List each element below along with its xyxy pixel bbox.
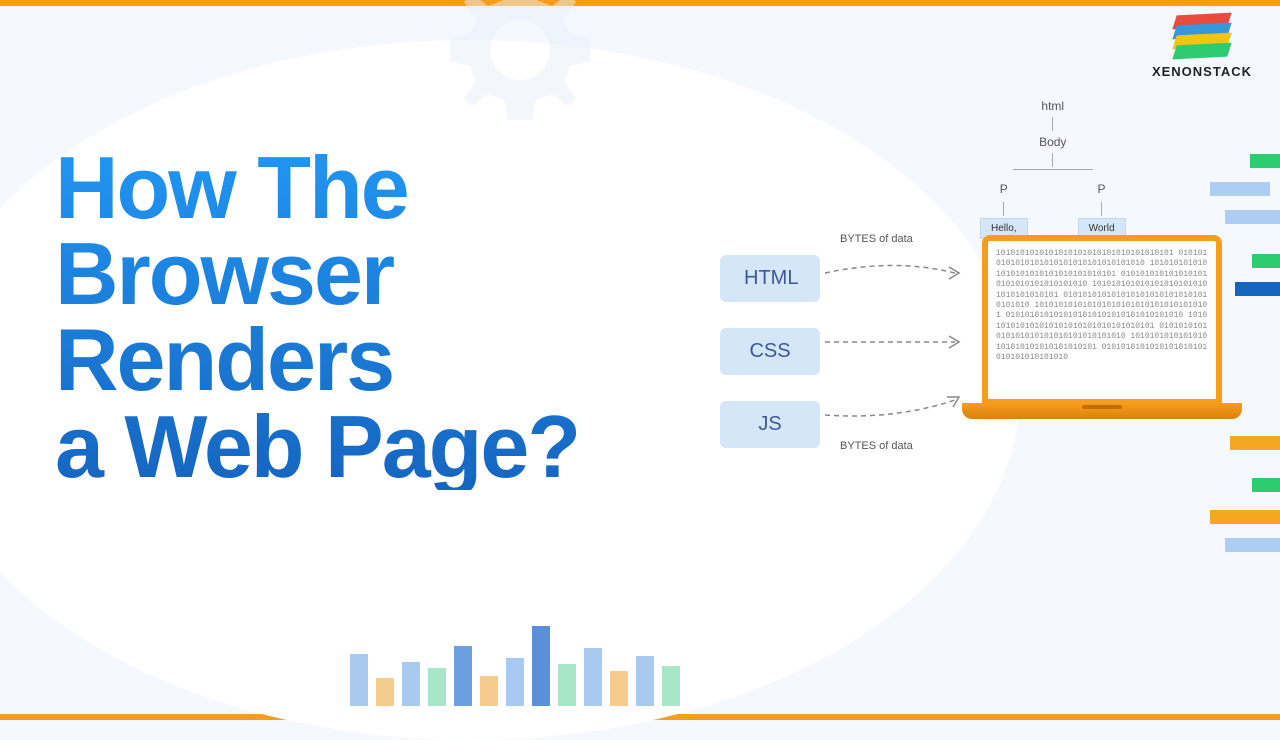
tree-body: Body xyxy=(980,135,1126,149)
logo-layers-icon xyxy=(1152,18,1252,58)
arrow-html xyxy=(825,253,965,293)
bytes-label-bottom: BYTES of data xyxy=(840,440,913,452)
main-title: How The Browser Renders a Web Page? xyxy=(55,145,579,490)
binary-data: 1010101010101010101010101010101010101 01… xyxy=(996,249,1208,363)
title-line-2: Browser xyxy=(55,224,393,323)
source-boxes: HTML CSS JS xyxy=(720,255,820,448)
source-html: HTML xyxy=(720,255,820,302)
source-js: JS xyxy=(720,401,820,448)
arrow-css xyxy=(825,327,965,357)
brand-logo: XENONSTACK xyxy=(1152,18,1252,79)
render-diagram: html Body P Hello, P World BYTES of data… xyxy=(700,95,1260,515)
tree-p2: P xyxy=(1098,182,1106,196)
brand-name: XENONSTACK xyxy=(1152,64,1252,79)
title-line-4: a Web Page? xyxy=(55,397,579,496)
tree-p1: P xyxy=(1000,182,1008,196)
title-line-1: How The xyxy=(55,138,408,237)
top-border xyxy=(0,0,1280,6)
decorative-bottom-bars xyxy=(350,626,680,706)
title-line-3: Renders xyxy=(55,310,393,409)
tree-root: html xyxy=(980,99,1126,113)
laptop-icon: 1010101010101010101010101010101010101 01… xyxy=(962,235,1242,445)
gear-icon xyxy=(420,0,620,150)
laptop-screen: 1010101010101010101010101010101010101 01… xyxy=(982,235,1222,405)
bytes-label-top: BYTES of data xyxy=(840,233,913,245)
laptop-base xyxy=(962,403,1242,419)
source-css: CSS xyxy=(720,328,820,375)
dom-tree: html Body P Hello, P World xyxy=(980,95,1126,239)
arrow-js xyxy=(825,385,965,425)
